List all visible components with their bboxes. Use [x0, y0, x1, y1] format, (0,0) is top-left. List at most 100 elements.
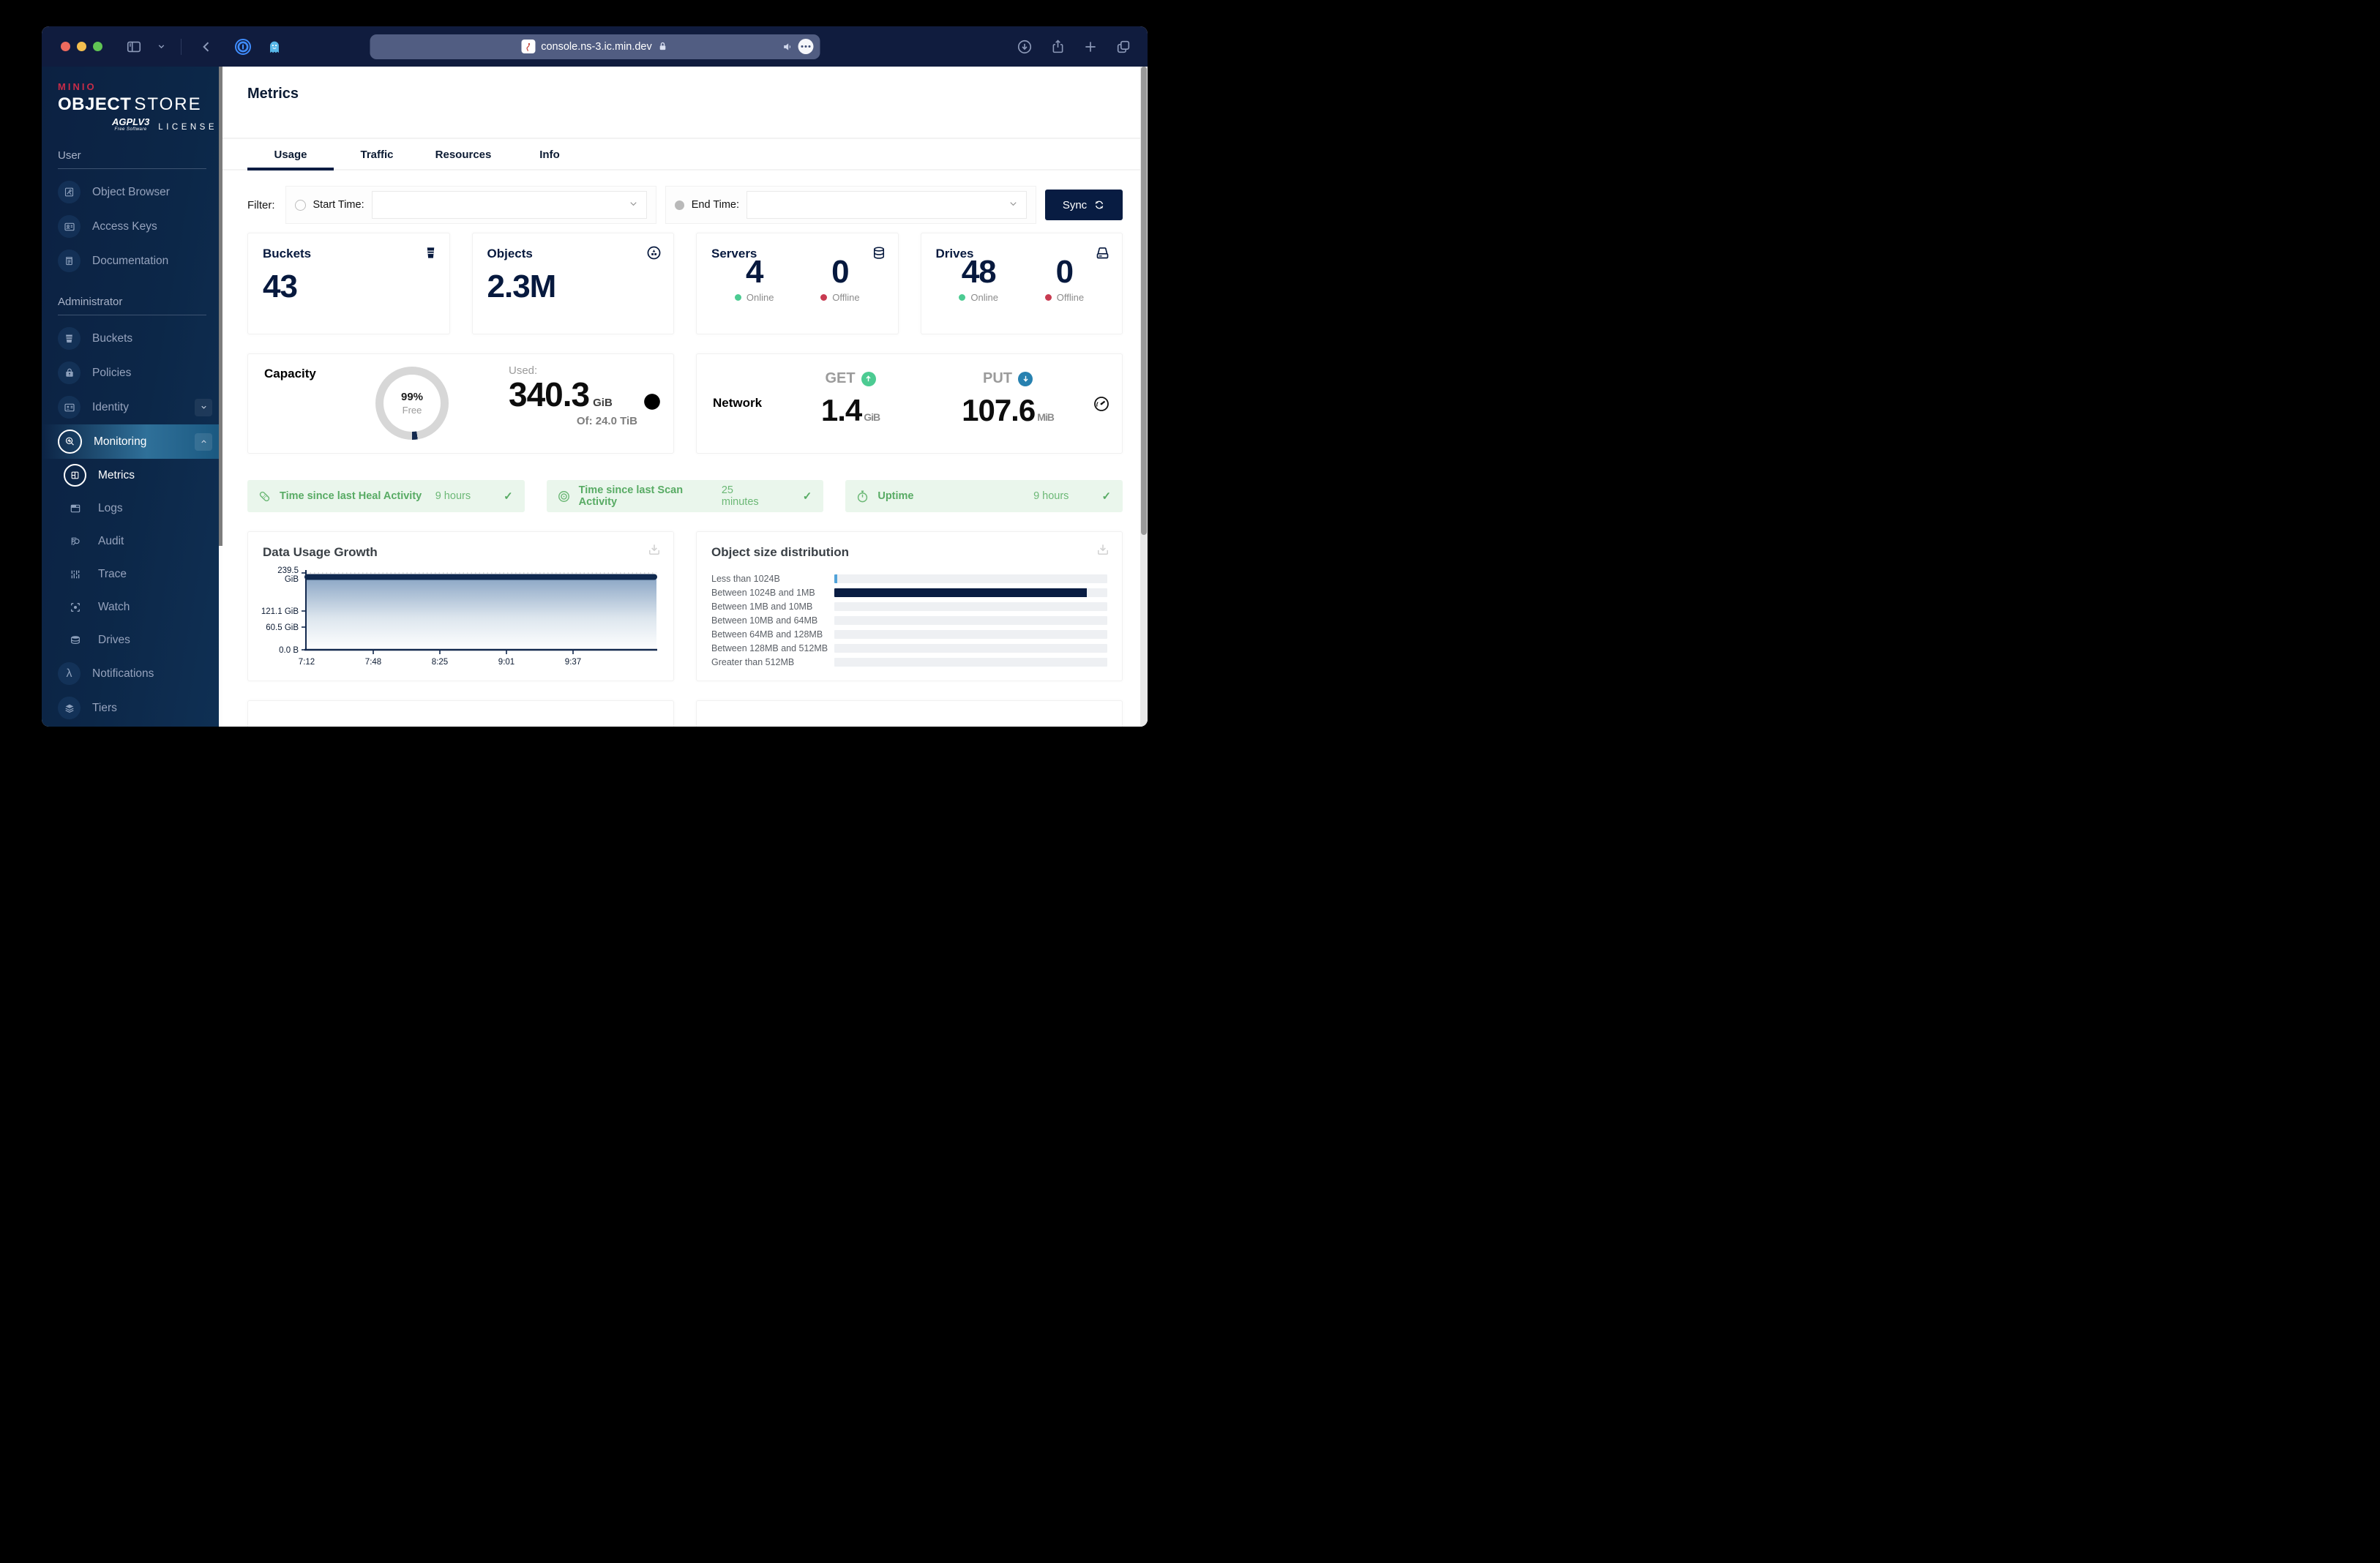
- distribution-row: Less than 1024B: [711, 571, 1107, 585]
- sidebar-item-access-keys[interactable]: Access Keys: [42, 209, 222, 244]
- window-controls[interactable]: [61, 42, 102, 51]
- policies-icon: [58, 361, 81, 384]
- end-time-select[interactable]: [746, 191, 1027, 219]
- ghostery-extension-icon[interactable]: [266, 39, 282, 55]
- heal-icon: [258, 490, 272, 503]
- main-content: Metrics Usage Traffic Resources Info Fil…: [222, 67, 1148, 727]
- sidebar-item-trace[interactable]: Trace: [42, 558, 222, 591]
- heal-activity-bar: Time since last Heal Activity 9 hours ✓: [247, 480, 525, 512]
- logs-icon: [64, 503, 86, 514]
- svg-text:8:25: 8:25: [432, 658, 448, 667]
- stat-cards-row: Buckets 43 Objects 2.3M Servers 4 Online…: [247, 233, 1123, 334]
- sidebar-toggle-icon[interactable]: [126, 39, 142, 55]
- mute-icon[interactable]: [782, 41, 793, 53]
- distribution-row: Between 10MB and 64MB: [711, 613, 1107, 627]
- sidebar-item-buckets[interactable]: Buckets: [42, 321, 222, 356]
- servers-card: Servers 4 Online 0 Offline: [696, 233, 899, 334]
- drives-card: Drives 48 Online 0 Offline: [920, 233, 1123, 334]
- arrow-up-circle-icon: [861, 371, 876, 386]
- bucket-icon: [424, 245, 438, 260]
- charts-row: Data Usage Growth 239.5 GiB 121.1 GiB 60…: [247, 531, 1123, 681]
- svg-text:GiB: GiB: [285, 575, 299, 584]
- browser-titlebar: console.ns-3.ic.min.dev: [42, 26, 1148, 67]
- buckets-icon: [58, 327, 81, 350]
- chevron-down-icon[interactable]: [157, 42, 166, 51]
- data-usage-growth-card: Data Usage Growth 239.5 GiB 121.1 GiB 60…: [247, 531, 674, 681]
- end-time-group: End Time:: [665, 186, 1036, 224]
- partial-cards-row: [247, 700, 1123, 727]
- distribution-row: Between 128MB and 512MB: [711, 641, 1107, 655]
- network-put: PUT 107.6 MiB: [962, 370, 1055, 427]
- uptime-stopwatch-icon: [856, 490, 869, 503]
- sync-button[interactable]: Sync: [1045, 190, 1123, 220]
- chevron-down-icon: [628, 198, 639, 209]
- toolbar-divider: [181, 38, 182, 55]
- arrow-down-circle-icon: [1018, 371, 1033, 386]
- tab-overview-icon[interactable]: [1115, 39, 1131, 55]
- notifications-lambda-icon: λ: [58, 662, 81, 685]
- offline-dot: [820, 294, 828, 301]
- tab-info[interactable]: Info: [506, 139, 593, 169]
- product-name: OBJECT STORE: [58, 94, 202, 114]
- download-chart-icon[interactable]: [647, 542, 662, 557]
- offline-dot: [1044, 294, 1052, 301]
- sidebar-item-watch[interactable]: Watch: [42, 591, 222, 623]
- distribution-row: Between 1024B and 1MB: [711, 585, 1107, 599]
- svg-text:239.5: 239.5: [277, 566, 299, 575]
- capacity-donut: 99% Free: [375, 367, 449, 440]
- sidebar-item-documentation[interactable]: Documentation: [42, 244, 222, 278]
- end-time-clock-icon: [674, 200, 684, 210]
- online-dot: [959, 294, 966, 301]
- drives-offline: 0 Offline: [1044, 254, 1084, 303]
- close-window-button[interactable]: [61, 42, 70, 51]
- page-title: Metrics: [247, 86, 299, 102]
- tab-resources[interactable]: Resources: [420, 139, 506, 169]
- network-get: GET 1.4 GiB: [820, 370, 880, 427]
- tab-usage[interactable]: Usage: [247, 139, 334, 170]
- sidebar-item-tiers[interactable]: Tiers: [42, 691, 222, 725]
- tab-traffic[interactable]: Traffic: [334, 139, 420, 169]
- onepassword-extension-icon[interactable]: [234, 38, 252, 56]
- uptime-bar: Uptime 9 hours ✓: [845, 480, 1123, 512]
- monitoring-collapse-icon[interactable]: [195, 432, 212, 451]
- drive-icon: [1095, 245, 1110, 260]
- pie-chart-icon: [643, 392, 662, 411]
- sidebar-item-audit[interactable]: Audit: [42, 525, 222, 558]
- identity-icon: [58, 396, 81, 419]
- back-icon[interactable]: [199, 40, 214, 54]
- filter-bar: Filter: Start Time: End Time: Sync: [247, 186, 1123, 224]
- svg-text:7:12: 7:12: [299, 658, 315, 667]
- new-tab-icon[interactable]: [1083, 40, 1098, 54]
- address-bar[interactable]: console.ns-3.ic.min.dev: [370, 34, 820, 59]
- browser-window: console.ns-3.ic.min.dev MINIO OBJECT STO…: [42, 26, 1148, 727]
- data-usage-growth-chart: 239.5 GiB 121.1 GiB 60.5 GiB 0.0 B 7:12 …: [261, 566, 657, 667]
- sidebar-item-metrics[interactable]: Metrics: [42, 459, 222, 492]
- identity-expand-icon[interactable]: [195, 398, 212, 416]
- buckets-card: Buckets 43: [247, 233, 450, 334]
- page-settings-icon[interactable]: [798, 39, 813, 54]
- status-bars-row: Time since last Heal Activity 9 hours ✓ …: [247, 480, 1123, 512]
- svg-text:60.5 GiB: 60.5 GiB: [266, 623, 299, 632]
- partial-card: [696, 700, 1123, 727]
- share-icon[interactable]: [1050, 39, 1066, 54]
- sidebar-item-drives[interactable]: Drives: [42, 623, 222, 656]
- distribution-row: Greater than 512MB: [711, 655, 1107, 669]
- minimize-window-button[interactable]: [77, 42, 86, 51]
- start-time-select[interactable]: [371, 191, 647, 219]
- sidebar-item-logs[interactable]: Logs: [42, 492, 222, 525]
- sidebar-item-notifications[interactable]: λ Notifications: [42, 656, 222, 691]
- downloads-icon[interactable]: [1017, 39, 1033, 55]
- page-scrollbar[interactable]: [1140, 67, 1148, 727]
- sidebar-item-identity[interactable]: Identity: [42, 390, 222, 424]
- sidebar-item-monitoring[interactable]: Monitoring: [42, 424, 222, 459]
- servers-icon: [872, 245, 886, 261]
- monitoring-icon: [58, 430, 82, 454]
- download-chart-icon[interactable]: [1096, 542, 1110, 557]
- sidebar: MINIO OBJECT STORE AGPLV3 Free Software LI…: [42, 67, 222, 727]
- maximize-window-button[interactable]: [93, 42, 102, 51]
- watch-icon: [64, 601, 86, 613]
- sidebar-item-policies[interactable]: Policies: [42, 356, 222, 390]
- metrics-tabs: Usage Traffic Resources Info: [222, 139, 1148, 170]
- filter-label: Filter:: [247, 198, 275, 211]
- sidebar-item-object-browser[interactable]: Object Browser: [42, 175, 222, 209]
